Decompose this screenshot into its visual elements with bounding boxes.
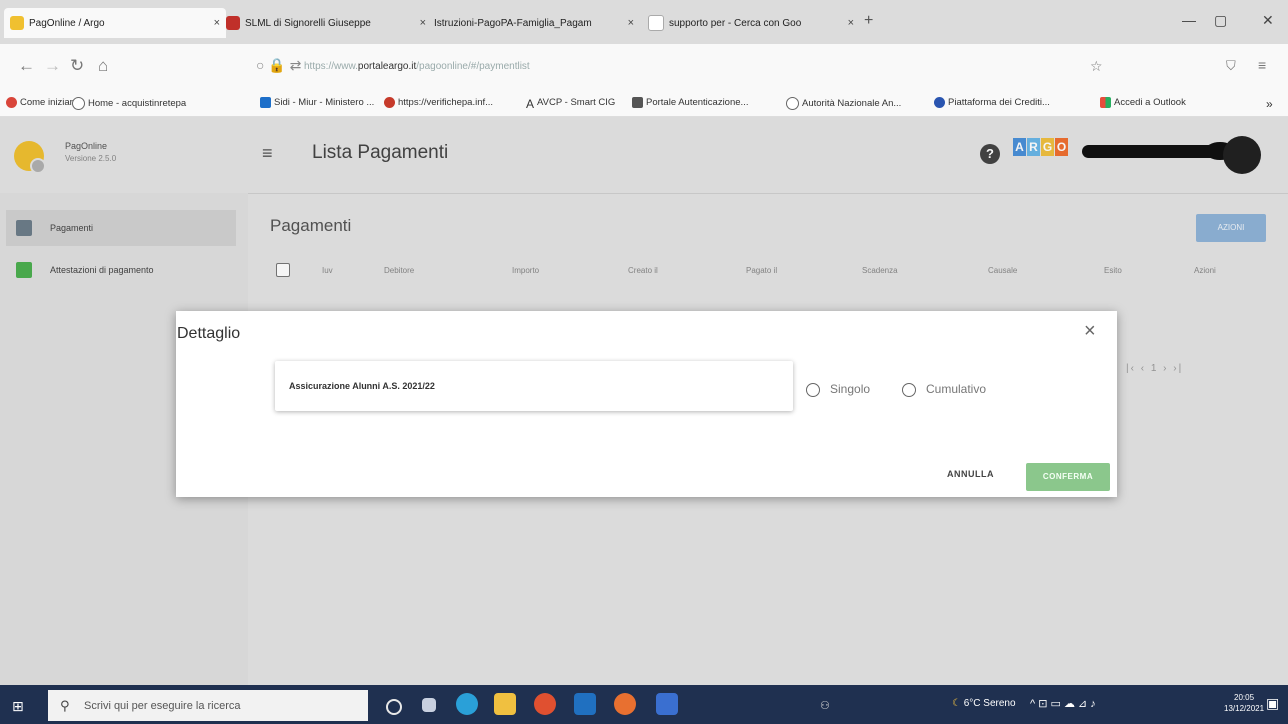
home-icon[interactable]: ⌂ xyxy=(98,56,108,76)
radio-singolo[interactable] xyxy=(806,383,820,397)
bookmark-item[interactable]: A AVCP - Smart CIG xyxy=(526,97,615,111)
firefox-icon[interactable] xyxy=(614,693,636,715)
bookmark-icon xyxy=(934,97,945,108)
bookmark-star-icon[interactable]: ☆ xyxy=(1090,58,1103,75)
tab-favicon-icon xyxy=(226,16,240,30)
system-tray-icons[interactable]: ^ ⊡ ▭ ☁ ⊿ ♪ xyxy=(1030,697,1096,710)
tab-close-icon[interactable]: × xyxy=(206,17,220,29)
close-icon[interactable]: × xyxy=(1084,320,1096,343)
outlook-icon xyxy=(1100,97,1111,108)
payment-item-label: Assicurazione Alunni A.S. 2021/22 xyxy=(289,381,435,391)
file-explorer-icon[interactable] xyxy=(574,693,596,715)
bookmark-icon xyxy=(632,97,643,108)
new-tab-button[interactable]: + xyxy=(864,12,873,30)
globe-icon xyxy=(786,97,799,110)
bookmark-item[interactable]: Piattaforma dei Crediti... xyxy=(934,97,1050,108)
taskbar-search-placeholder[interactable]: Scrivi qui per eseguire la ricerca xyxy=(84,700,241,712)
bookmark-item[interactable]: Autorità Nazionale An... xyxy=(786,97,901,110)
edge-icon[interactable] xyxy=(456,693,478,715)
tab-title: Istruzioni-PagoPA-Famiglia_Pagam xyxy=(434,17,592,29)
weather-widget[interactable]: ☾ 6°C Sereno xyxy=(952,698,1016,709)
bookmark-item[interactable]: Sidi - Miur - Ministero ... xyxy=(260,97,374,108)
bookmark-icon xyxy=(6,97,17,108)
back-icon[interactable]: ← xyxy=(18,56,35,76)
avcp-icon: A xyxy=(526,97,535,111)
store-icon[interactable] xyxy=(494,693,516,715)
chrome-icon[interactable] xyxy=(534,693,556,715)
tab-close-icon[interactable]: × xyxy=(620,17,634,29)
windows-start-icon[interactable]: ⊞ xyxy=(12,698,24,715)
tab-favicon-icon xyxy=(10,16,24,30)
cancel-button[interactable]: ANNULLA xyxy=(947,469,994,479)
search-icon: ⚲ xyxy=(60,698,70,713)
bookmark-item[interactable]: Come iniziare xyxy=(6,97,78,108)
tab-title: supporto per - Cerca con Goo xyxy=(669,17,802,29)
bookmark-icon xyxy=(260,97,271,108)
bookmark-item[interactable]: https://verifichepa.inf... xyxy=(384,97,493,108)
dialog-title: Dettaglio xyxy=(177,325,241,342)
browser-tab-istruzioni[interactable]: Istruzioni-PagoPA-Famiglia_Pagam × xyxy=(434,8,634,38)
task-view-icon[interactable] xyxy=(422,698,436,712)
url-text[interactable]: https://www.portaleargo.it/pagoonline/#/… xyxy=(304,61,530,72)
browser-tab-pagonline[interactable]: PagOnline / Argo × xyxy=(4,8,226,38)
bookmark-item[interactable]: Home - acquistinretepa xyxy=(72,97,186,110)
lock-icon: ○ 🔒 ⇄ xyxy=(256,57,302,73)
radio-singolo-label[interactable]: Singolo xyxy=(830,382,870,396)
radio-cumulativo-label[interactable]: Cumulativo xyxy=(926,382,986,396)
reload-icon[interactable]: ↻ xyxy=(70,56,84,76)
google-icon xyxy=(648,15,664,31)
browser-tab-slml[interactable]: SLML di Signorelli Giuseppe × xyxy=(226,8,426,38)
people-icon[interactable]: ⚇ xyxy=(820,699,830,712)
tab-title: SLML di Signorelli Giuseppe xyxy=(245,17,371,29)
globe-icon xyxy=(72,97,85,110)
confirm-button[interactable]: CONFERMA xyxy=(1026,463,1110,491)
browser-menu-icon[interactable]: ≡ xyxy=(1258,57,1266,73)
taskbar-clock[interactable]: 20:05 13/12/2021 xyxy=(1224,692,1264,714)
minimize-icon[interactable]: — xyxy=(1182,12,1196,28)
forward-icon[interactable]: → xyxy=(44,56,61,76)
notifications-icon[interactable]: ▣ xyxy=(1266,695,1279,712)
bookmark-item[interactable]: Portale Autenticazione... xyxy=(632,97,748,108)
close-window-icon[interactable]: ✕ xyxy=(1262,12,1274,29)
pocket-shield-icon[interactable]: ⛉ xyxy=(1226,58,1236,74)
tab-close-icon[interactable]: × xyxy=(840,17,854,29)
radio-cumulativo[interactable] xyxy=(902,383,916,397)
browser-tab-supporto[interactable]: supporto per - Cerca con Goo × xyxy=(648,8,854,38)
word-icon[interactable] xyxy=(656,693,678,715)
bookmark-item[interactable]: Accedi a Outlook xyxy=(1100,97,1186,108)
maximize-icon[interactable]: ▢ xyxy=(1214,12,1227,29)
tab-title: PagOnline / Argo xyxy=(29,17,105,29)
tab-close-icon[interactable]: × xyxy=(412,17,426,29)
bookmark-icon xyxy=(384,97,395,108)
more-bookmarks-icon[interactable]: » xyxy=(1266,97,1273,111)
cortana-icon[interactable] xyxy=(386,699,402,715)
